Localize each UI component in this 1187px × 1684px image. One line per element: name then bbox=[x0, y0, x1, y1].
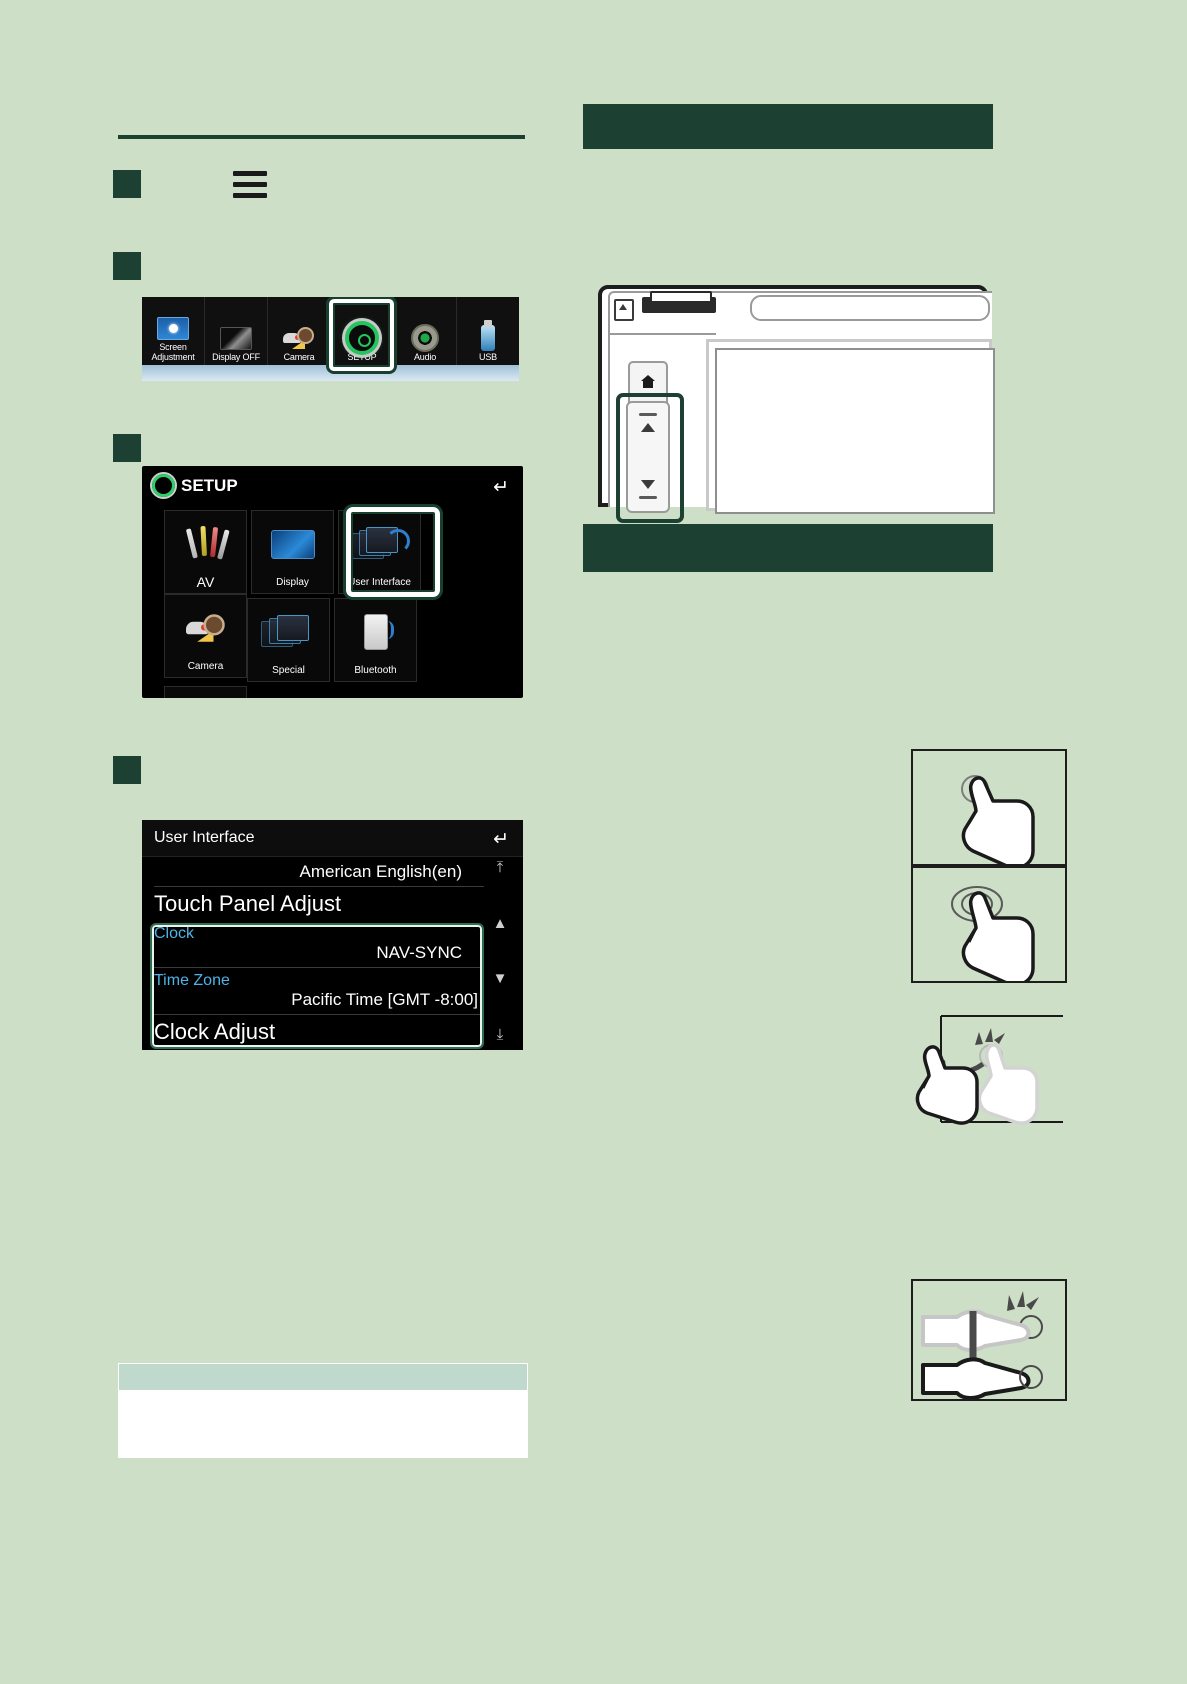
usb-icon bbox=[471, 320, 505, 351]
setup-screen-title: SETUP bbox=[152, 474, 238, 497]
setup-button-highlight bbox=[329, 299, 394, 371]
clock-settings-highlight bbox=[150, 923, 484, 1049]
section-header-bar-bottom bbox=[583, 524, 993, 572]
swipe-gesture-box bbox=[911, 1012, 1063, 1136]
setup-menu-screenshot: SETUP ↵ AV Display User Interface Camera… bbox=[142, 466, 523, 698]
setup-item-camera[interactable]: Camera bbox=[164, 594, 247, 678]
device-display-screen bbox=[706, 339, 995, 514]
finger-swipe-icon bbox=[915, 1015, 1063, 1125]
setup-item-label: AV bbox=[196, 574, 215, 590]
finger-drag-icon bbox=[921, 1291, 1043, 1400]
drag-gesture-box bbox=[911, 1279, 1067, 1401]
menu-button-label: Audio bbox=[413, 352, 437, 362]
list-row-language[interactable]: American English(en) bbox=[154, 860, 484, 884]
scroll-top-icon[interactable]: ⤒ bbox=[497, 860, 504, 875]
touch-and-hold-gesture-box bbox=[911, 866, 1067, 987]
touch-panel-adjust-label: Touch Panel Adjust bbox=[154, 891, 342, 916]
step-marker-1 bbox=[113, 170, 141, 198]
menu-button-audio[interactable]: Audio bbox=[394, 297, 457, 365]
note-box-header bbox=[119, 1364, 527, 1390]
eject-button-icon bbox=[614, 299, 634, 321]
home-icon bbox=[641, 375, 655, 388]
camera-icon bbox=[282, 326, 316, 350]
disc-slot-lip bbox=[650, 291, 712, 303]
scroll-up-icon[interactable]: ▲ bbox=[493, 916, 508, 931]
setup-item-special[interactable]: Special bbox=[247, 598, 330, 682]
device-top-bar bbox=[750, 295, 990, 321]
note-box bbox=[118, 1363, 528, 1458]
user-interface-screenshot: User Interface ↵ American English(en) To… bbox=[142, 820, 523, 1050]
menu-button-label: USB bbox=[479, 352, 497, 362]
menu-button-screen-adjustment[interactable]: Screen Adjustment bbox=[142, 297, 205, 365]
volume-knob-highlight bbox=[616, 393, 684, 523]
language-value: American English(en) bbox=[299, 862, 462, 881]
setup-item-label: Bluetooth bbox=[354, 665, 397, 676]
menu-button-label: Camera bbox=[283, 352, 315, 362]
setup-item-navigation[interactable]: Navigation bbox=[164, 686, 247, 698]
scroll-bottom-icon[interactable]: ⤓ bbox=[497, 1027, 504, 1042]
note-box-body bbox=[119, 1390, 527, 1457]
return-arrow-icon[interactable]: ↵ bbox=[493, 476, 509, 499]
list-row-touch-panel-adjust[interactable]: Touch Panel Adjust bbox=[154, 889, 484, 919]
av-cable-icon bbox=[165, 511, 246, 577]
menu-button-usb[interactable]: USB bbox=[457, 297, 519, 365]
section-header-bar-top bbox=[583, 104, 993, 149]
setup-item-empty bbox=[251, 686, 334, 698]
setup-gear-icon bbox=[152, 474, 175, 497]
display-off-icon bbox=[219, 326, 253, 350]
screen-adjustment-icon bbox=[156, 316, 190, 340]
finger-hold-icon bbox=[951, 886, 1035, 987]
setup-item-label: Camera bbox=[187, 661, 224, 672]
finger-touch-icon bbox=[961, 775, 1035, 870]
setup-item-av[interactable]: AV bbox=[164, 510, 247, 594]
setup-item-display[interactable]: Display bbox=[251, 510, 334, 594]
menu-button-camera[interactable]: Camera bbox=[268, 297, 331, 365]
menu-button-label: Screen Adjustment bbox=[151, 342, 195, 362]
menu-button-label: Display OFF bbox=[212, 352, 260, 362]
camera-icon bbox=[165, 595, 246, 661]
menu-button-display-off[interactable]: Display OFF bbox=[205, 297, 268, 365]
return-arrow-icon[interactable]: ↵ bbox=[493, 828, 509, 851]
scroll-down-icon[interactable]: ▼ bbox=[493, 971, 508, 986]
ui-screen-header: User Interface ↵ bbox=[142, 820, 523, 857]
step-marker-3 bbox=[113, 434, 141, 462]
special-icon bbox=[248, 599, 329, 665]
step-marker-4 bbox=[113, 756, 141, 784]
manual-page: Screen Adjustment Display OFF Camera SET… bbox=[0, 0, 1187, 1684]
setup-item-grid: AV Display User Interface Camera Special… bbox=[164, 510, 504, 698]
audio-speaker-icon bbox=[408, 324, 442, 352]
setup-title-text: SETUP bbox=[181, 475, 238, 495]
setup-item-label: Special bbox=[272, 665, 305, 676]
touch-gesture-box bbox=[911, 749, 1067, 870]
step-marker-2 bbox=[113, 252, 141, 280]
user-interface-highlight bbox=[346, 507, 440, 597]
device-separator-line bbox=[608, 333, 716, 335]
hamburger-menu-icon bbox=[233, 171, 267, 198]
setup-item-bluetooth[interactable]: Bluetooth bbox=[334, 598, 417, 682]
bluetooth-icon bbox=[335, 599, 416, 665]
list-scroll-controls[interactable]: ⤒ ▲ ▼ ⤓ bbox=[483, 860, 517, 1042]
setup-item-label: Display bbox=[276, 577, 309, 588]
display-icon bbox=[252, 511, 333, 577]
function-popup-menu-screenshot: Screen Adjustment Display OFF Camera SET… bbox=[142, 297, 519, 381]
navigation-icon bbox=[165, 687, 246, 698]
section-divider-rule bbox=[118, 135, 525, 139]
row-divider bbox=[154, 886, 484, 887]
ui-screen-title: User Interface bbox=[154, 829, 255, 846]
head-unit-illustration bbox=[598, 285, 995, 523]
